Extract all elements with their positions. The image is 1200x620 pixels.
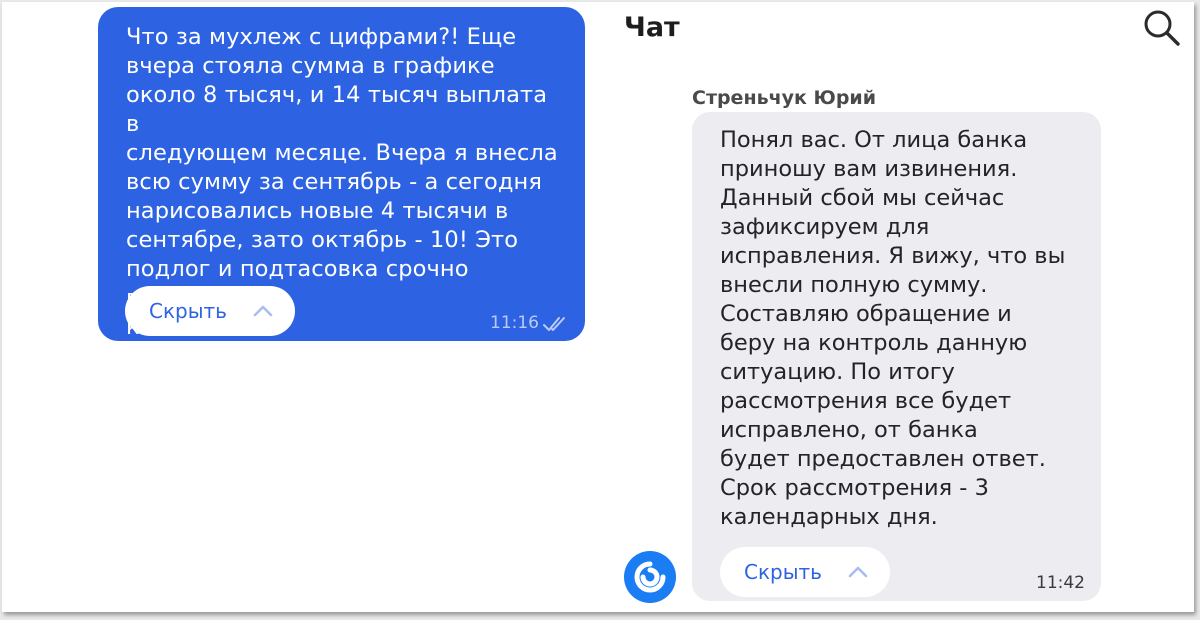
collapse-button-label: Скрыть — [744, 560, 822, 584]
incoming-message-text: Понял вас. От лица банка приношу вам изв… — [720, 127, 1066, 530]
bank-logo-icon — [634, 561, 666, 593]
outgoing-message-bubble: Что за мухлеж с цифрами?! Еще вчера стоя… — [98, 7, 585, 341]
page-title: Чат — [624, 12, 680, 43]
chat-window: Что за мухлеж с цифрами?! Еще вчера стоя… — [2, 2, 1194, 612]
chevron-up-icon — [253, 305, 273, 317]
collapse-outgoing-button[interactable]: Скрыть — [125, 286, 295, 336]
message-time: 11:16 — [490, 313, 539, 333]
double-check-icon — [543, 317, 565, 331]
search-button[interactable] — [1142, 8, 1182, 48]
avatar — [624, 551, 676, 603]
sender-name: Стреньчук Юрий — [692, 87, 877, 109]
collapse-incoming-button[interactable]: Скрыть — [720, 547, 890, 597]
message-time: 11:42 — [1036, 573, 1085, 593]
chevron-up-icon — [848, 566, 868, 578]
collapse-button-label: Скрыть — [149, 299, 227, 323]
incoming-message-bubble: Понял вас. От лица банка приношу вам изв… — [692, 112, 1101, 601]
search-icon — [1144, 10, 1180, 46]
